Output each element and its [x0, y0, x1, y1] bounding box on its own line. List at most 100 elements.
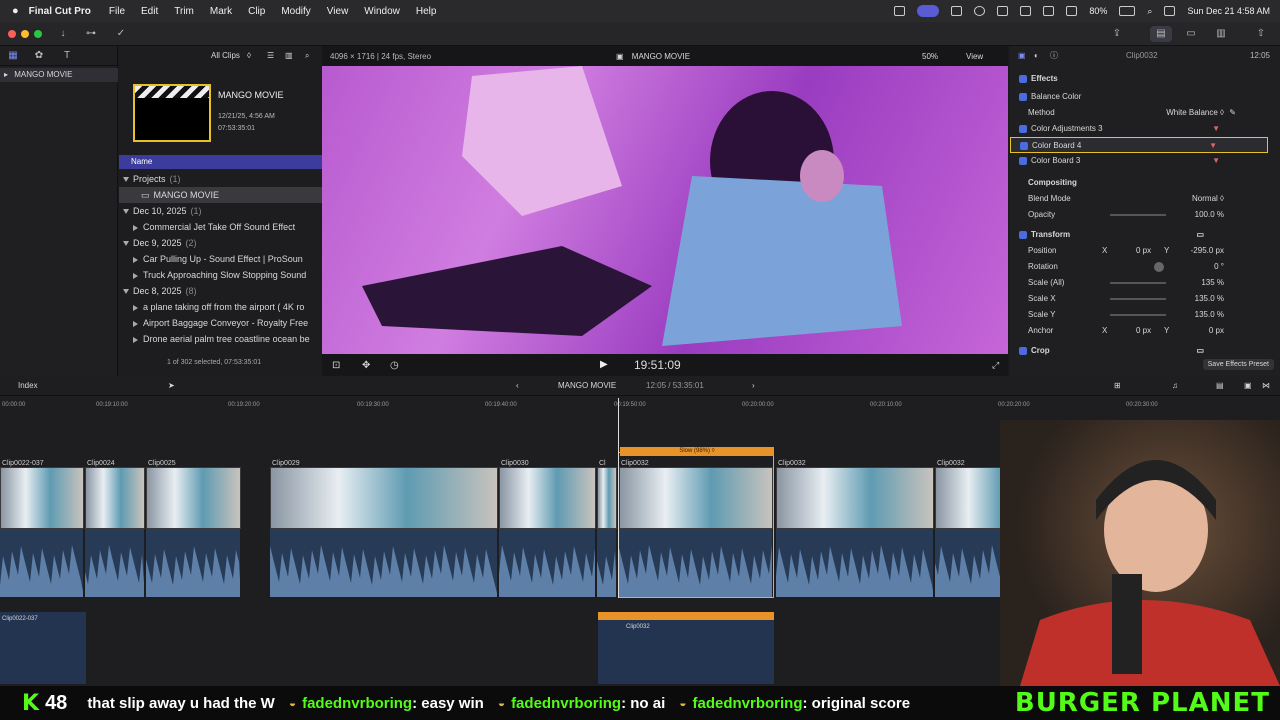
opacity-value[interactable]: 100.0 % [1195, 207, 1224, 223]
opacity-slider[interactable] [1110, 214, 1166, 216]
menu-modify[interactable]: Modify [281, 6, 310, 17]
library-item[interactable]: ▸ MANGO MOVIE [0, 68, 118, 82]
list-view-icon[interactable]: ☰ [267, 46, 274, 66]
anchor-y-value[interactable]: 0 px [1209, 323, 1224, 339]
search-icon[interactable]: ⌕ [1147, 6, 1152, 17]
import-icon[interactable]: ↓ [52, 26, 74, 42]
info-inspector-icon[interactable]: ⓘ [1050, 46, 1058, 66]
compositing-section[interactable]: Compositing [1010, 175, 1280, 191]
color-board-4-checkbox[interactable] [1020, 141, 1028, 150]
project-thumbnail[interactable] [133, 84, 211, 142]
audio-waveform[interactable] [776, 529, 933, 597]
browser-item[interactable]: Airport Baggage Conveyor - Royalty Free [119, 315, 322, 331]
arrow-tool-icon[interactable]: ➤ [168, 376, 175, 396]
battery-icon[interactable] [1119, 6, 1136, 16]
menu-mark[interactable]: Mark [210, 6, 232, 17]
viewer-transform-icon[interactable]: ✥ [362, 360, 370, 371]
viewer-crop-icon[interactable]: ⊡ [332, 360, 340, 371]
lower-clip[interactable]: Clip0022-037 [0, 612, 86, 684]
menu-trim[interactable]: Trim [174, 6, 194, 17]
menu-window[interactable]: Window [364, 6, 400, 17]
wifi-icon[interactable] [1066, 6, 1078, 16]
effect-balance-color[interactable]: Balance Color [1010, 89, 1280, 105]
color-wheel-icon[interactable]: ▼ [1212, 121, 1220, 137]
playhead[interactable] [618, 398, 619, 598]
back-icon[interactable]: ‹ [516, 376, 519, 396]
minimize-button[interactable] [21, 30, 29, 38]
play-circle-icon[interactable] [974, 6, 986, 16]
forward-icon[interactable]: › [752, 376, 755, 396]
transform-checkbox[interactable] [1019, 230, 1027, 239]
effects-section[interactable]: Effects [1010, 71, 1280, 87]
blend-mode-value[interactable]: Normal ◊ [1192, 191, 1224, 207]
browser-search-icon[interactable]: ⌕ [305, 46, 309, 66]
video-clip[interactable] [597, 467, 617, 529]
scale-x-slider[interactable] [1110, 298, 1166, 300]
transform-section[interactable]: Transform ▭ [1010, 227, 1280, 243]
libraries-icon[interactable]: ▦ [2, 48, 24, 64]
browser-item[interactable]: Commercial Jet Take Off Sound Effect [119, 219, 322, 235]
viewer-speed-icon[interactable]: ◷ [390, 360, 399, 371]
browser-project[interactable]: ▭ MANGO MOVIE [119, 187, 322, 203]
disclosure-down-icon[interactable] [123, 289, 129, 295]
scale-all-slider[interactable] [1110, 282, 1166, 284]
color-adjustments-checkbox[interactable] [1019, 124, 1027, 133]
keyword-icon[interactable]: ⊶ [80, 26, 102, 42]
disclosure-down-icon[interactable] [123, 177, 129, 183]
app-name[interactable]: Final Cut Pro [29, 6, 91, 17]
menu-view[interactable]: View [327, 6, 349, 17]
browser-item[interactable]: Drone aerial palm tree coastline ocean b… [119, 331, 322, 347]
browser-group[interactable]: Dec 8, 2025 (8) [119, 283, 322, 299]
viewer-timecode[interactable]: 19:51:09 [634, 358, 681, 372]
effect-color-board-3[interactable]: Color Board 3 ▼ [1010, 153, 1280, 169]
close-button[interactable] [8, 30, 16, 38]
audio-waveform[interactable] [597, 529, 616, 597]
position-y-value[interactable]: -295.0 px [1191, 243, 1224, 259]
browser-group[interactable]: Projects (1) [119, 171, 322, 187]
layout-inspector-icon[interactable]: ▥ [1210, 26, 1232, 42]
audio-icon[interactable]: ♫ [1172, 376, 1178, 396]
name-column-header[interactable]: Name [119, 155, 322, 169]
menu-edit[interactable]: Edit [141, 6, 158, 17]
effects-browser-icon[interactable]: ▣ [1244, 376, 1252, 396]
scale-y-value[interactable]: 135.0 % [1195, 307, 1224, 323]
disclosure-right-icon[interactable] [133, 272, 138, 279]
browser-group[interactable]: Dec 10, 2025 (1) [119, 203, 322, 219]
video-clip[interactable] [0, 467, 84, 529]
scale-x-value[interactable]: 135.0 % [1195, 291, 1224, 307]
save-effects-preset-button[interactable]: Save Effects Preset [1202, 359, 1274, 370]
method-value[interactable]: White Balance ◊ [1166, 105, 1224, 121]
timeline-ruler[interactable]: 00:00:00 00:19:10:00 00:19:20:00 00:19:30:0… [0, 397, 1222, 411]
bluetooth-icon[interactable] [1043, 6, 1055, 16]
menu-file[interactable]: File [109, 6, 125, 17]
disclosure-right-icon[interactable] [133, 224, 138, 231]
crop-checkbox[interactable] [1019, 346, 1027, 355]
titles-icon[interactable]: T [56, 48, 78, 64]
viewer-zoom[interactable]: 50% [922, 52, 938, 61]
display-icon[interactable] [951, 6, 963, 16]
menu-clip[interactable]: Clip [248, 6, 265, 17]
eyedropper-icon[interactable]: ✎ [1229, 105, 1236, 121]
crop-onscreen-icon[interactable]: ▭ [1196, 343, 1204, 359]
balance-color-checkbox[interactable] [1019, 92, 1027, 101]
speed-bar[interactable]: Slow (98%) ◊ [620, 447, 774, 456]
audio-waveform[interactable] [85, 529, 144, 597]
crop-section[interactable]: Crop ▭ [1010, 343, 1280, 359]
recording-icon[interactable] [917, 5, 940, 17]
browser-item[interactable]: Truck Approaching Slow Stopping Sound [119, 267, 322, 283]
position-x-value[interactable]: 0 px [1136, 243, 1151, 259]
video-clip[interactable] [499, 467, 596, 529]
anchor-x-value[interactable]: 0 px [1136, 323, 1151, 339]
scale-all-value[interactable]: 135 % [1201, 275, 1224, 291]
rotation-value[interactable]: 0 ° [1214, 259, 1224, 275]
disclosure-down-icon[interactable] [123, 241, 129, 247]
transitions-icon[interactable]: ⋈ [1262, 376, 1270, 396]
viewer-view-menu[interactable]: View [966, 52, 983, 61]
analyze-icon[interactable]: ✓ [110, 26, 132, 42]
scale-y-slider[interactable] [1110, 314, 1166, 316]
disclosure-right-icon[interactable] [133, 256, 138, 263]
audio-waveform[interactable] [0, 529, 83, 597]
export-icon[interactable]: ⇧ [1250, 26, 1272, 42]
clock[interactable]: Sun Dec 21 4:58 AM [1187, 6, 1270, 16]
layout-timeline-icon[interactable]: ▭ [1180, 26, 1202, 42]
